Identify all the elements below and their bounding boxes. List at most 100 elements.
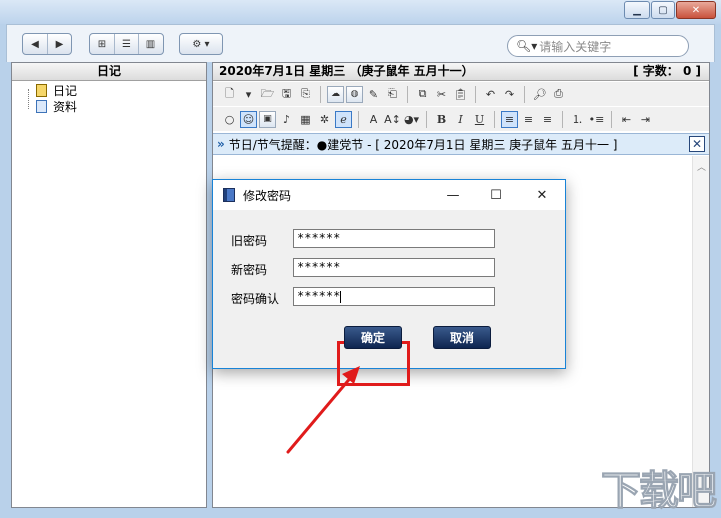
calendar-icon[interactable]: ▦: [297, 111, 314, 128]
search-placeholder: 请输入关键字: [539, 39, 612, 54]
old-password-label: 旧密码: [231, 234, 268, 248]
cloud-sync-icon[interactable]: ☁: [327, 85, 344, 103]
new-password-field[interactable]: ******: [293, 258, 495, 277]
undo-icon[interactable]: ↶: [482, 86, 499, 103]
navigation-group: ◀ ▶: [22, 33, 72, 55]
internet-explorer-icon[interactable]: ℯ: [335, 110, 352, 128]
confirm-password-value: ******: [297, 289, 341, 303]
scroll-up-icon[interactable]: ︿: [697, 160, 706, 173]
editor-toolbar-row-1: 🗋 ▾ 🗁 🖫 ⎘ ☁ ◍ ✎ ⎗ ⧉ ✂ 📋︎ ↶ ↷ 🔎︎ ⎙: [213, 82, 709, 106]
old-password-field[interactable]: ******: [293, 229, 495, 248]
open-folder-icon[interactable]: 🗁: [259, 86, 276, 103]
insert-image-icon[interactable]: ▣: [259, 110, 276, 128]
tree-item-diary[interactable]: 日记: [36, 82, 77, 98]
ok-button[interactable]: 确定: [344, 326, 402, 349]
annotation-arrow-icon: [286, 366, 360, 454]
new-password-label: 新密码: [231, 263, 268, 277]
notebook-tree-pane: 日记 日记 资料: [11, 62, 207, 508]
confirm-password-label: 密码确认: [231, 292, 280, 306]
minimize-button[interactable]: ▁: [624, 1, 650, 19]
view-mode-group: ⊞ ☰ ▥: [89, 33, 164, 55]
tree-pane-header: 日记: [12, 63, 206, 81]
dropdown-arrow-icon[interactable]: ▾: [240, 86, 257, 103]
earth-icon[interactable]: ◍: [346, 85, 363, 103]
search-input[interactable]: 🔍︎▾ 请输入关键字: [507, 35, 689, 57]
bullet-list-icon[interactable]: •≡: [588, 111, 605, 128]
maximize-button[interactable]: ▢: [651, 1, 675, 19]
cancel-button[interactable]: 取消: [433, 326, 491, 349]
font-icon[interactable]: A: [365, 111, 382, 128]
separator: [494, 110, 495, 128]
save-icon[interactable]: 🖫: [278, 86, 295, 103]
align-center-icon[interactable]: ≡: [520, 111, 537, 128]
bold-icon[interactable]: B: [433, 111, 450, 128]
grid-view-icon[interactable]: ⊞: [90, 34, 114, 54]
separator: [407, 85, 408, 103]
dialog-close-button[interactable]: ✕: [531, 184, 553, 206]
redo-icon[interactable]: ↷: [501, 86, 518, 103]
copy-icon[interactable]: ⧉: [414, 86, 431, 103]
forward-icon[interactable]: ▶: [47, 34, 71, 54]
align-left-icon[interactable]: ≡: [501, 110, 518, 128]
close-reminder-button[interactable]: ✕: [689, 136, 705, 152]
emoji-icon[interactable]: ☺: [240, 110, 257, 128]
diary-book-icon: [36, 83, 47, 97]
main-toolbar: ◀ ▶ ⊞ ☰ ▥ ⚙ ▾ 🔍︎▾ 请输入关键字: [6, 24, 715, 62]
columns-view-icon[interactable]: ▥: [138, 34, 162, 54]
new-page-icon[interactable]: 🗋: [221, 86, 238, 103]
festival-reminder-bar: » 节日/节气提醒：●建党节 - [ 2020年7月1日 星期三 庚子鼠年 五月…: [213, 133, 709, 155]
word-count: [ 字数： 0 ]: [633, 64, 701, 78]
separator: [320, 85, 321, 103]
back-icon[interactable]: ◀: [23, 34, 47, 54]
separator: [475, 85, 476, 103]
special-char-icon[interactable]: ✲: [316, 111, 333, 128]
date-header: 2020年7月1日 星期三 （庚子鼠年 五月十一） [ 字数： 0 ]: [213, 63, 709, 81]
outdent-icon[interactable]: ⇤: [618, 111, 635, 128]
watermark-logo: 下载吧: [601, 468, 718, 515]
attach-icon[interactable]: ⎗: [384, 86, 401, 103]
print-icon[interactable]: ⎙: [550, 86, 567, 103]
expand-arrows-icon[interactable]: »: [217, 137, 225, 151]
confirm-password-field[interactable]: ******: [293, 287, 495, 306]
title-bar: ▁ ▢ ✕: [0, 0, 721, 24]
app-window: ▁ ▢ ✕ ◀ ▶ ⊞ ☰ ▥ ⚙ ▾ 🔍︎▾ 请输入关键字 日记 日记 资料 …: [0, 0, 721, 518]
numbered-list-icon[interactable]: ⒈: [569, 111, 586, 128]
music-icon[interactable]: ♪: [278, 111, 295, 128]
date-title: 2020年7月1日 星期三 （庚子鼠年 五月十一）: [219, 64, 474, 78]
search-icon: 🔍︎▾: [516, 39, 538, 53]
separator: [524, 85, 525, 103]
tree-connector: [28, 89, 29, 109]
edit-note-icon[interactable]: ✎: [365, 86, 382, 103]
export-icon[interactable]: ⎘: [297, 86, 314, 103]
vertical-scrollbar[interactable]: ︿: [692, 156, 709, 507]
tree-item-label: 资料: [53, 99, 78, 114]
mood-icon[interactable]: ○: [221, 111, 238, 128]
dialog-maximize-button[interactable]: ☐: [485, 184, 507, 206]
indent-icon[interactable]: ⇥: [637, 111, 654, 128]
separator: [358, 110, 359, 128]
gear-icon: ⚙ ▾: [192, 38, 210, 50]
festival-text: 节日/节气提醒：●建党节 - [ 2020年7月1日 星期三 庚子鼠年 五月十一…: [228, 137, 618, 152]
dialog-title: 修改密码: [243, 188, 292, 203]
font-size-icon[interactable]: A↕: [384, 111, 401, 128]
dialog-title-bar: 修改密码 — ☐ ✕: [213, 180, 565, 210]
paste-icon[interactable]: 📋︎: [452, 86, 469, 103]
list-view-icon[interactable]: ☰: [114, 34, 138, 54]
italic-icon[interactable]: I: [452, 111, 469, 128]
color-palette-icon[interactable]: ◕▾: [403, 111, 420, 128]
align-right-icon[interactable]: ≡: [539, 111, 556, 128]
dialog-body: 旧密码 ****** 新密码 ****** 密码确认 ****** 确定 取消: [213, 210, 565, 386]
text-caret: [340, 290, 342, 303]
change-password-dialog: 修改密码 — ☐ ✕ 旧密码 ****** 新密码 ****** 密码确认 **…: [212, 179, 566, 386]
close-button[interactable]: ✕: [676, 1, 716, 19]
underline-icon[interactable]: U: [471, 111, 488, 128]
cut-icon[interactable]: ✂: [433, 86, 450, 103]
tree-item-label: 日记: [53, 83, 78, 98]
app-book-icon: [223, 188, 235, 202]
editor-toolbar-row-2: ○ ☺ ▣ ♪ ▦ ✲ ℯ A A↕ ◕▾ B I U ≡ ≡ ≡ ⒈ •≡ ⇤…: [213, 107, 709, 131]
find-icon[interactable]: 🔎︎: [531, 86, 548, 103]
tree-item-materials[interactable]: 资料: [36, 98, 77, 114]
separator: [562, 110, 563, 128]
settings-dropdown[interactable]: ⚙ ▾: [179, 33, 223, 55]
dialog-minimize-button[interactable]: —: [442, 184, 464, 206]
